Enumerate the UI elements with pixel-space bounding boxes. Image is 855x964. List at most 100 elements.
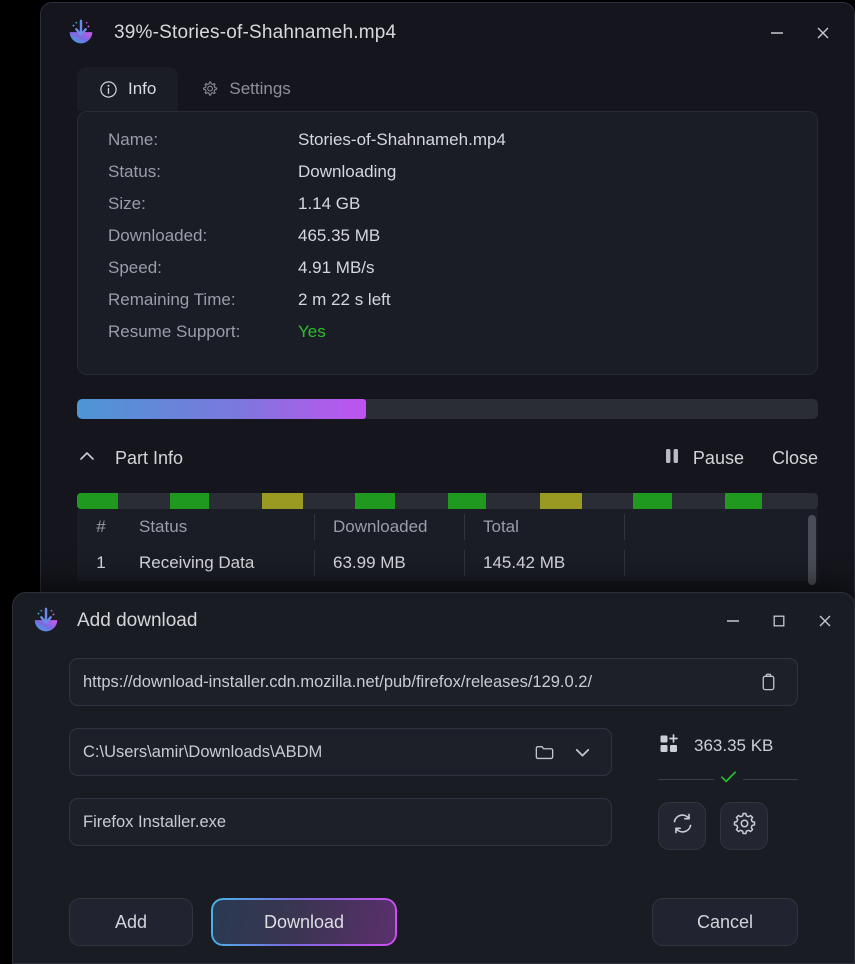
fields-column: C:\Users\amir\Downloads\ABDM Firefox Ins… [69,728,612,846]
part-segment [169,493,263,509]
part-segments-bar [77,493,818,509]
progress-track [77,399,818,419]
details-title: 39%-Stories-of-Shahnameh.mp4 [114,22,397,43]
cell-total: 145.42 MB [465,550,625,576]
divider-line-left [658,779,714,780]
info-value: Stories-of-Shahnameh.mp4 [298,130,506,149]
add-dialog-titlebar: Add download [13,593,854,649]
tab-settings[interactable]: Settings [178,67,312,111]
info-row: Speed: 4.91 MB/s [78,258,817,290]
info-value: 1.14 GB [298,194,361,213]
part-segment [77,493,170,509]
url-row: https://download-installer.cdn.mozilla.n… [69,658,798,706]
part-info-actions: Pause Close [664,447,818,470]
info-row: Resume Support: Yes [78,322,817,354]
info-label: Status: [108,162,161,181]
info-value: 2 m 22 s left [298,290,391,309]
add-dialog-title: Add download [77,610,198,631]
close-download-button[interactable]: Close [772,448,818,469]
part-info-toggle[interactable]: Part Info [77,446,183,471]
column-header-num: # [96,517,106,536]
parts-table-scrollbar[interactable] [808,515,816,585]
download-details-window: 39%-Stories-of-Shahnameh.mp4 Info Settin… [40,2,855,612]
tab-info[interactable]: Info [77,67,179,111]
refresh-icon [670,811,695,841]
close-icon[interactable] [800,12,846,54]
parts-table-header: # Status Downloaded Total [77,509,818,545]
info-row: Name: Stories-of-Shahnameh.mp4 [78,130,817,162]
part-segment-fill [77,493,118,509]
minimize-icon[interactable] [710,600,756,642]
status-check-divider [658,770,798,789]
file-size-text: 363.35 KB [694,736,774,755]
refresh-button[interactable] [658,802,706,850]
add-button[interactable]: Add [69,898,193,946]
divider-line-right [742,779,798,780]
resume-support-value: Yes [298,322,326,341]
details-tabs: Info Settings [41,63,854,111]
chevron-down-icon[interactable] [563,733,601,771]
maximize-icon[interactable] [756,600,802,642]
part-segment [725,493,818,509]
info-row: Size: 1.14 GB [78,194,817,226]
part-info-toolbar: Part Info Pause Close [77,441,818,475]
info-label: Name: [108,130,159,149]
folder-icon[interactable] [525,733,563,771]
dialog-footer: Add Download Cancel [13,881,854,963]
table-row[interactable]: 1 Receiving Data 63.99 MB 145.42 MB [77,545,818,581]
part-info-label: Part Info [115,447,184,468]
clipboard-icon[interactable] [749,663,787,701]
add-parts-grid-icon[interactable] [658,733,680,760]
info-row: Downloaded: 465.35 MB [78,226,817,258]
part-segment-fill [447,493,487,509]
part-segment [447,493,541,509]
cell-status: Receiving Data [125,550,315,576]
tab-info-label: Info [128,79,157,98]
gear-icon [200,80,219,99]
tab-settings-label: Settings [229,79,291,98]
close-icon[interactable] [802,600,848,642]
parts-table: # Status Downloaded Total 1 Receiving Da… [77,509,818,585]
info-value: 4.91 MB/s [298,258,375,277]
cell-downloaded: 63.99 MB [315,550,465,576]
gear-icon [732,811,757,841]
file-name-input[interactable]: Firefox Installer.exe [69,798,612,846]
info-label: Downloaded: [108,226,208,245]
part-segment [632,493,726,509]
close-label: Close [771,447,818,468]
download-button[interactable]: Download [211,898,397,946]
info-card: Name: Stories-of-Shahnameh.mp4 Status: D… [77,111,818,375]
url-input[interactable]: https://download-installer.cdn.mozilla.n… [69,658,798,706]
app-download-logo-icon [66,18,96,48]
cancel-button[interactable]: Cancel [652,898,798,946]
part-segment [354,493,448,509]
action-icon-buttons [658,802,798,850]
app-download-logo-icon [31,606,61,636]
url-input-value: https://download-installer.cdn.mozilla.n… [83,672,593,691]
pause-icon [664,447,680,470]
add-dialog-window-controls [710,593,848,649]
part-segment-fill [725,493,763,509]
save-path-value: C:\Users\amir\Downloads\ABDM [83,742,323,761]
add-download-dialog: Add download https://download-installer.… [12,592,855,964]
column-header-total: Total [465,514,625,540]
progress-fill [77,399,366,419]
minimize-icon[interactable] [754,12,800,54]
part-segment-fill [540,493,582,509]
size-line: 363.35 KB [658,731,798,761]
part-segment-fill [354,493,395,509]
info-label: Speed: [108,258,162,277]
chevron-up-icon [77,446,97,471]
info-circle-icon [99,80,118,99]
save-path-input[interactable]: C:\Users\amir\Downloads\ABDM [69,728,612,776]
cell-num: 1 [96,553,106,572]
pause-button[interactable]: Pause [664,447,744,470]
overall-progress [77,399,818,419]
info-row: Remaining Time: 2 m 22 s left [78,290,817,322]
part-segment [540,493,633,509]
size-and-actions: 363.35 KB [612,728,798,850]
part-segment-fill [169,493,210,509]
info-label: Resume Support: [108,322,241,341]
settings-button[interactable] [720,802,768,850]
info-row: Status: Downloading [78,162,817,194]
